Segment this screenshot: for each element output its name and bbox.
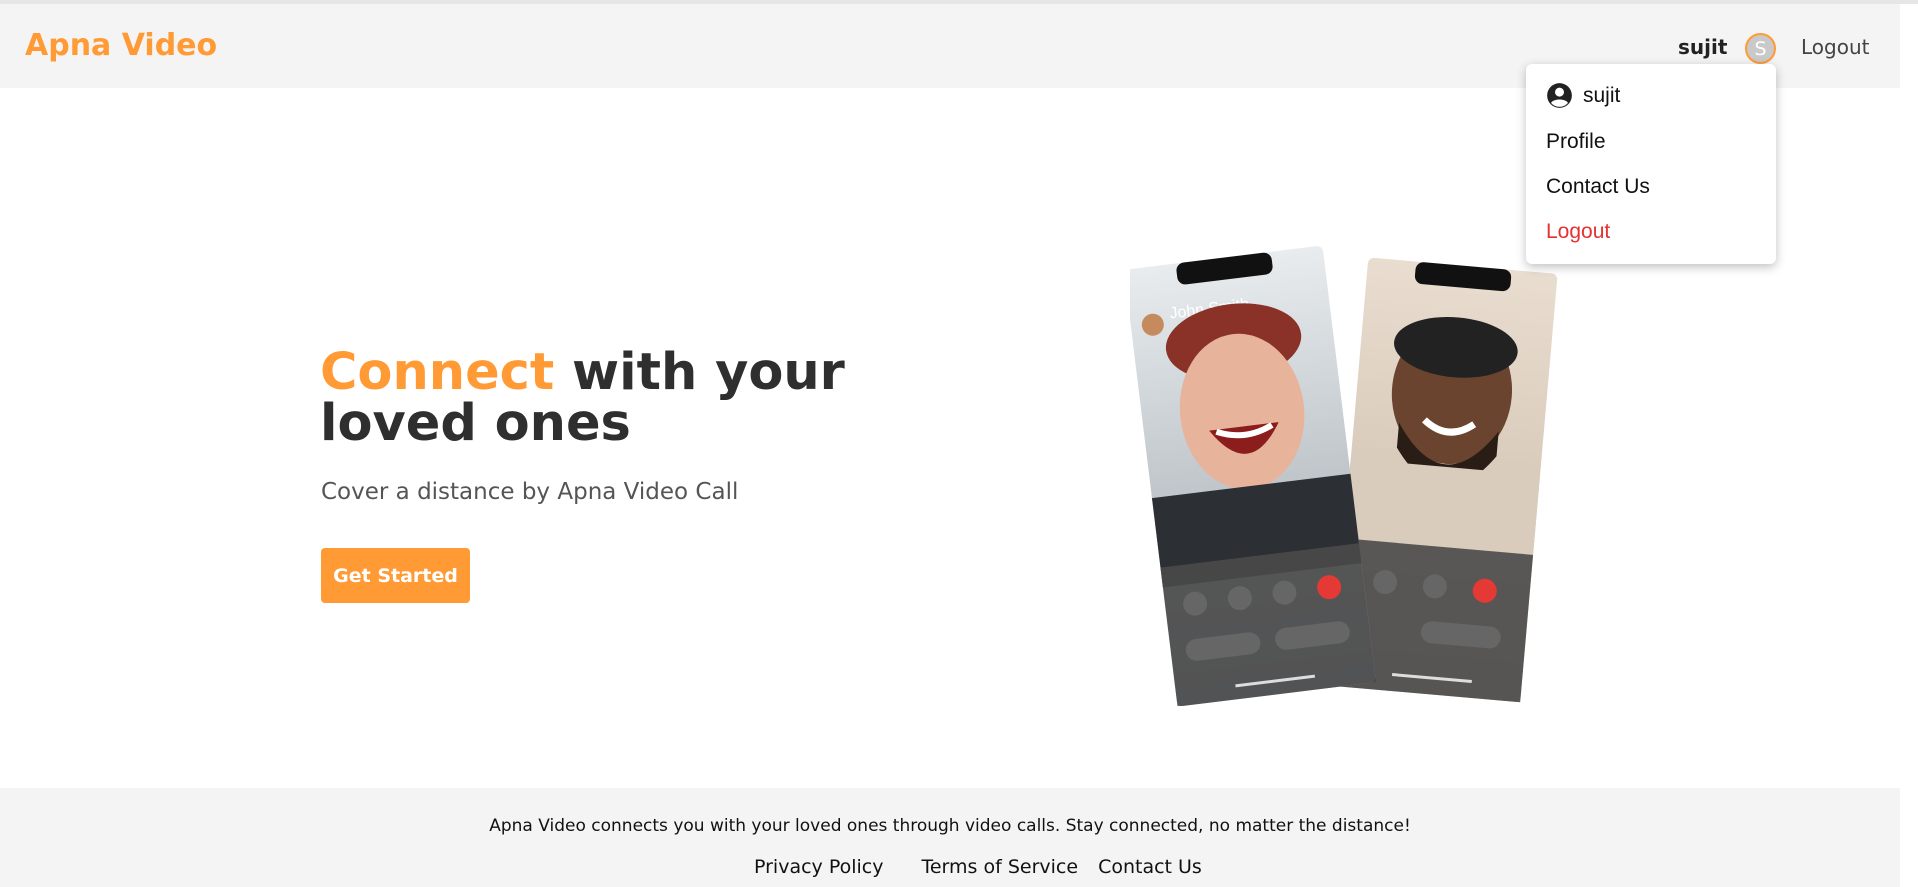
avatar[interactable]: S bbox=[1745, 33, 1776, 64]
user-dropdown-menu: sujit Profile Contact Us Logout bbox=[1526, 64, 1776, 264]
footer: Apna Video connects you with your loved … bbox=[0, 788, 1900, 887]
video-call-illustration: John Smith bbox=[1130, 246, 1558, 706]
footer-link-contact[interactable]: Contact Us bbox=[1098, 856, 1202, 878]
nav-username: sujit bbox=[1678, 35, 1728, 59]
hero-subtitle: Cover a distance by Apna Video Call bbox=[321, 479, 739, 505]
account-circle-icon bbox=[1547, 83, 1572, 108]
footer-links: Privacy Policy Terms of Service Contact … bbox=[754, 856, 1222, 878]
dropdown-item-profile[interactable]: Profile bbox=[1546, 130, 1606, 154]
hero-title: Connect with your loved ones bbox=[320, 347, 960, 449]
phone-left: John Smith bbox=[1130, 246, 1377, 706]
dropdown-item-logout[interactable]: Logout bbox=[1546, 220, 1610, 244]
nav-logout-button[interactable]: Logout bbox=[1801, 35, 1869, 59]
brand-logo[interactable]: Apna Video bbox=[25, 28, 217, 63]
dropdown-item-user[interactable]: sujit bbox=[1546, 82, 1620, 109]
footer-link-terms[interactable]: Terms of Service bbox=[921, 856, 1078, 878]
get-started-button[interactable]: Get Started bbox=[321, 548, 470, 603]
dropdown-user-label: sujit bbox=[1583, 83, 1621, 107]
footer-text: Apna Video connects you with your loved … bbox=[489, 816, 1411, 836]
dropdown-item-contact[interactable]: Contact Us bbox=[1546, 175, 1650, 199]
footer-link-privacy[interactable]: Privacy Policy bbox=[754, 856, 883, 878]
